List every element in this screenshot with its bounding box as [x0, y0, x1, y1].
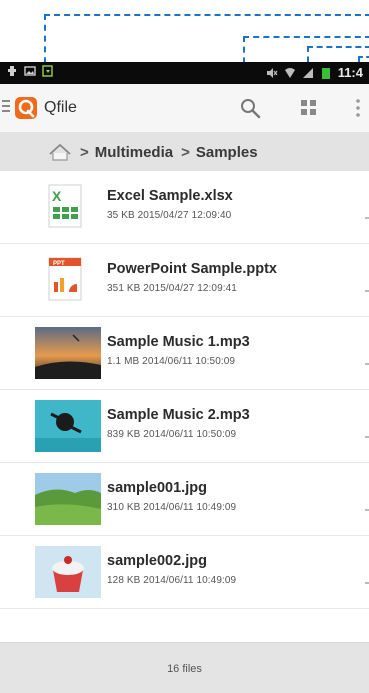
footer-bar: 16 files: [0, 642, 369, 693]
music-thumbnail: [35, 400, 101, 452]
image-thumbnail: [35, 473, 101, 525]
file-meta: 35 KB 2015/04/27 12:09:40: [107, 210, 232, 221]
phone-screen: 11:4 Qfile > Multimedia > Samples X Exce…: [0, 62, 369, 693]
row-edge-icon: [365, 363, 369, 365]
row-edge-icon: [365, 290, 369, 292]
file-row[interactable]: Sample Music 1.mp3 1.1 MB 2014/06/11 10:…: [0, 317, 369, 390]
file-name: sample002.jpg: [107, 553, 207, 569]
qfile-logo-icon[interactable]: [14, 96, 38, 120]
battery-icon: [321, 67, 330, 79]
file-row[interactable]: Sample Music 2.mp3 839 KB 2014/06/11 10:…: [0, 390, 369, 463]
file-row[interactable]: sample001.jpg 310 KB 2014/06/11 10:49:09: [0, 463, 369, 536]
row-edge-icon: [365, 509, 369, 511]
breadcrumb-item[interactable]: Multimedia: [95, 144, 173, 161]
file-meta: 1.1 MB 2014/06/11 10:50:09: [107, 356, 236, 367]
file-name: Excel Sample.xlsx: [107, 188, 233, 204]
file-meta: 839 KB 2014/06/11 10:50:09: [107, 429, 237, 440]
status-time: 11:4: [337, 65, 363, 80]
svg-text:PPT: PPT: [53, 261, 65, 267]
music-thumbnail: [35, 327, 101, 379]
file-row[interactable]: PPT PowerPoint Sample.pptx 351 KB 2015/0…: [0, 244, 369, 317]
file-name: sample001.jpg: [107, 480, 207, 496]
home-icon[interactable]: [48, 142, 72, 162]
wifi-icon: [284, 67, 295, 78]
file-count: 16 files: [167, 663, 202, 675]
breadcrumb-item-current[interactable]: Samples: [196, 144, 258, 161]
app-bar: Qfile: [0, 84, 369, 133]
image-notification-icon: [24, 66, 36, 76]
file-meta: 128 KB 2014/06/11 10:49:09: [107, 575, 237, 586]
row-edge-icon: [365, 582, 369, 584]
more-options-icon[interactable]: [354, 96, 362, 120]
chevron-right-icon: >: [80, 143, 89, 161]
file-list: X Excel Sample.xlsx 35 KB 2015/04/27 12:…: [0, 171, 369, 609]
app-title: Qfile: [44, 99, 77, 116]
download-notification-icon: [42, 65, 53, 77]
powerpoint-icon: PPT: [48, 257, 82, 301]
status-bar: 11:4: [0, 62, 369, 84]
row-edge-icon: [365, 436, 369, 438]
file-row[interactable]: X Excel Sample.xlsx 35 KB 2015/04/27 12:…: [0, 171, 369, 244]
file-meta: 310 KB 2014/06/11 10:49:09: [107, 502, 237, 513]
usb-icon: [8, 66, 16, 76]
file-meta: 351 KB 2015/04/27 12:09:41: [107, 283, 237, 294]
file-row[interactable]: sample002.jpg 128 KB 2014/06/11 10:49:09: [0, 536, 369, 609]
row-edge-icon: [365, 217, 369, 219]
chevron-right-icon: >: [181, 143, 190, 161]
signal-icon: [302, 67, 313, 78]
image-thumbnail: [35, 546, 101, 598]
breadcrumb: > Multimedia > Samples: [0, 133, 369, 171]
file-name: Sample Music 1.mp3: [107, 334, 250, 350]
file-name: PowerPoint Sample.pptx: [107, 261, 277, 277]
file-name: Sample Music 2.mp3: [107, 407, 250, 423]
drawer-menu-icon[interactable]: [2, 100, 10, 114]
mute-icon: [266, 67, 278, 78]
svg-text:X: X: [52, 188, 62, 204]
excel-icon: X: [48, 184, 82, 228]
grid-view-icon[interactable]: [298, 97, 320, 119]
search-icon[interactable]: [238, 96, 262, 120]
